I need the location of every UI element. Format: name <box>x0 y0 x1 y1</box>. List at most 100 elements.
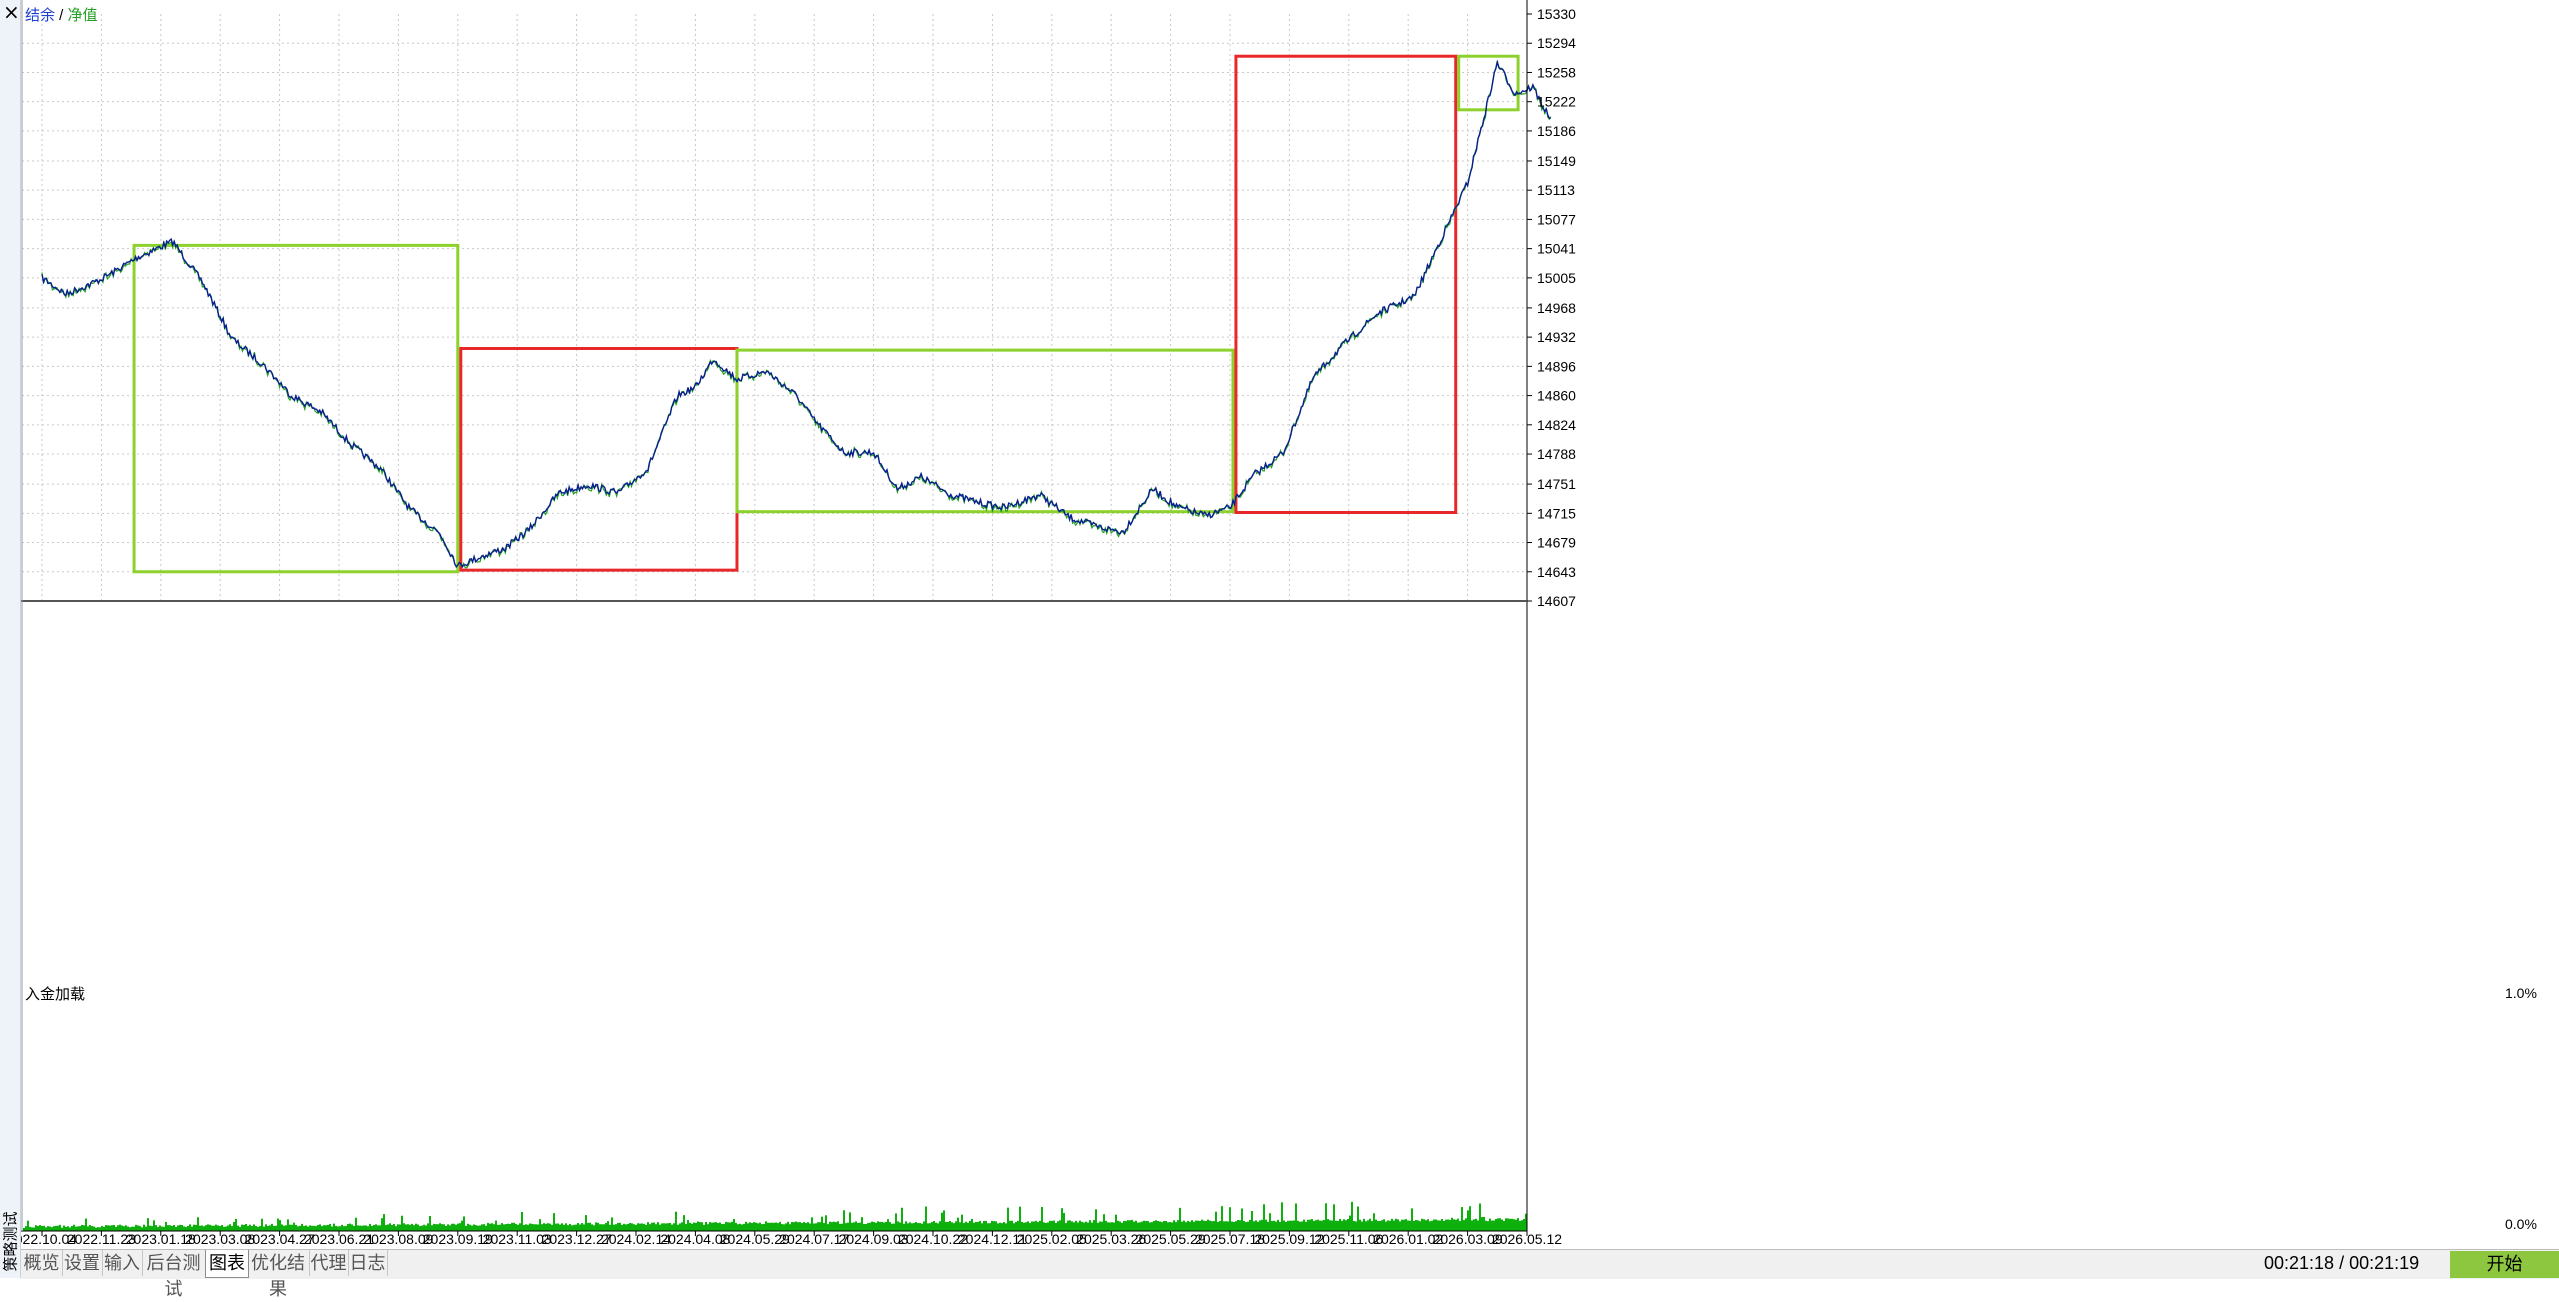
deposit-load-bar <box>1257 1221 1259 1231</box>
deposit-load-bar <box>1201 1219 1203 1231</box>
deposit-load-bar <box>1159 1221 1161 1231</box>
deposit-load-bar <box>1381 1220 1383 1231</box>
tab-0[interactable]: 概览 <box>21 1250 63 1276</box>
deposit-load-bar <box>819 1222 821 1231</box>
deposit-load-bar <box>515 1224 517 1231</box>
deposit-load-bar <box>611 1217 613 1231</box>
deposit-load-bar <box>793 1222 795 1231</box>
x-tick-label: 2026.05.12 <box>1492 1231 1562 1247</box>
deposit-load-bar <box>975 1221 977 1231</box>
deposit-load-bar <box>1297 1220 1299 1231</box>
deposit-load-bar <box>1367 1220 1369 1231</box>
deposit-load-bar <box>725 1221 727 1231</box>
deposit-load-bar <box>1051 1220 1053 1231</box>
deposit-load-bar <box>1423 1219 1425 1231</box>
deposit-load-bar <box>397 1224 399 1231</box>
deposit-load-bar <box>1403 1219 1405 1231</box>
deposit-load-bar <box>1061 1208 1063 1231</box>
deposit-load-bar <box>1289 1220 1291 1231</box>
deposit-load-bar <box>1319 1220 1321 1231</box>
deposit-load-bar <box>229 1224 231 1231</box>
deposit-load-bar <box>1233 1221 1235 1231</box>
deposit-load-bar <box>1309 1219 1311 1231</box>
deposit-load-bar <box>775 1222 777 1231</box>
deposit-load-bar <box>887 1219 889 1231</box>
tab-4[interactable]: 图表 <box>205 1250 249 1278</box>
deposit-load-bar <box>1065 1223 1067 1231</box>
deposit-load-bar <box>715 1222 717 1231</box>
y-tick-label: 15149 <box>1537 153 1576 169</box>
deposit-load-bar <box>1473 1219 1475 1231</box>
deposit-load-bar <box>763 1223 765 1231</box>
deposit-load-bar <box>653 1222 655 1231</box>
deposit-load-bar <box>1419 1221 1421 1231</box>
deposit-load-bar <box>287 1219 289 1231</box>
close-icon[interactable]: × <box>3 0 20 24</box>
balance-equity-chart: 15330 15294 15258 15222 15186 15149 15113 15077… <box>21 0 2537 1247</box>
drawdown-highlight-rect <box>735 348 1235 514</box>
deposit-load-bar <box>679 1223 681 1231</box>
deposit-load-bar <box>333 1223 335 1231</box>
y-tick-label: 14607 <box>1537 593 1576 609</box>
deposit-load-bar <box>577 1223 579 1231</box>
deposit-load-bar <box>737 1224 739 1231</box>
tab-3[interactable]: 后台测试 <box>142 1250 206 1299</box>
deposit-load-bar <box>1427 1219 1429 1231</box>
deposit-load-bar <box>1023 1222 1025 1231</box>
deposit-load-bar <box>1323 1220 1325 1231</box>
deposit-load-bar <box>1477 1220 1479 1231</box>
deposit-load-bar <box>1509 1218 1511 1231</box>
tab-2[interactable]: 输入 <box>102 1250 143 1276</box>
deposit-load-bar <box>1239 1220 1241 1231</box>
tab-6[interactable]: 代理 <box>309 1250 349 1276</box>
y-tick-label: 14932 <box>1537 329 1576 345</box>
deposit-load-bar <box>1113 1222 1115 1231</box>
start-button[interactable]: 开始 <box>2450 1251 2559 1278</box>
deposit-load-bar <box>1057 1221 1059 1231</box>
deposit-load-bar <box>1369 1218 1371 1231</box>
deposit-load-bar <box>491 1223 493 1231</box>
deposit-load-bar <box>583 1224 585 1231</box>
deposit-load-bar <box>1139 1222 1141 1231</box>
deposit-load-bar <box>513 1222 515 1231</box>
tab-7[interactable]: 日志 <box>348 1250 388 1276</box>
deposit-load-bar <box>661 1223 663 1231</box>
deposit-load-bar <box>1467 1210 1469 1231</box>
tab-5[interactable]: 优化结果 <box>247 1250 310 1299</box>
deposit-load-bar <box>973 1222 975 1231</box>
deposit-load-bar <box>1263 1204 1265 1231</box>
deposit-load-bar <box>1389 1220 1391 1231</box>
deposit-load-bar <box>1391 1218 1393 1231</box>
deposit-load-bar <box>1347 1219 1349 1231</box>
deposit-load-bar <box>1361 1221 1363 1231</box>
balance-line <box>41 59 1551 569</box>
deposit-load-bar <box>731 1221 733 1231</box>
deposit-load-bar <box>369 1223 371 1231</box>
tab-1[interactable]: 设置 <box>62 1250 103 1276</box>
deposit-load-bar <box>457 1223 459 1231</box>
deposit-load-bar <box>615 1224 617 1231</box>
deposit-load-bar <box>1221 1206 1223 1231</box>
deposit-load-bar <box>601 1224 603 1231</box>
deposit-load-bar <box>427 1223 429 1231</box>
deposit-load-bar <box>627 1223 629 1231</box>
y-tick-label: 15186 <box>1537 123 1576 139</box>
deposit-load-bar <box>805 1222 807 1231</box>
deposit-load-bar <box>1183 1220 1185 1231</box>
series-lines <box>41 59 1552 569</box>
deposit-load-bar <box>1393 1220 1395 1231</box>
deposit-load-bar <box>791 1222 793 1231</box>
deposit-load-bar <box>587 1222 589 1231</box>
deposit-load-bar <box>279 1220 281 1231</box>
deposit-load-bar <box>1441 1219 1443 1231</box>
deposit-load-bar <box>489 1223 491 1231</box>
highlight-rectangles <box>132 54 1520 574</box>
deposit-load-bar <box>849 1212 851 1231</box>
deposit-load-bar <box>643 1223 645 1231</box>
deposit-load-bar <box>925 1206 927 1231</box>
deposit-load-bar <box>1133 1221 1135 1231</box>
deposit-load-bar <box>761 1224 763 1231</box>
deposit-load-bar <box>1037 1222 1039 1231</box>
deposit-load-bar <box>835 1222 837 1231</box>
deposit-load-bar <box>743 1223 745 1231</box>
